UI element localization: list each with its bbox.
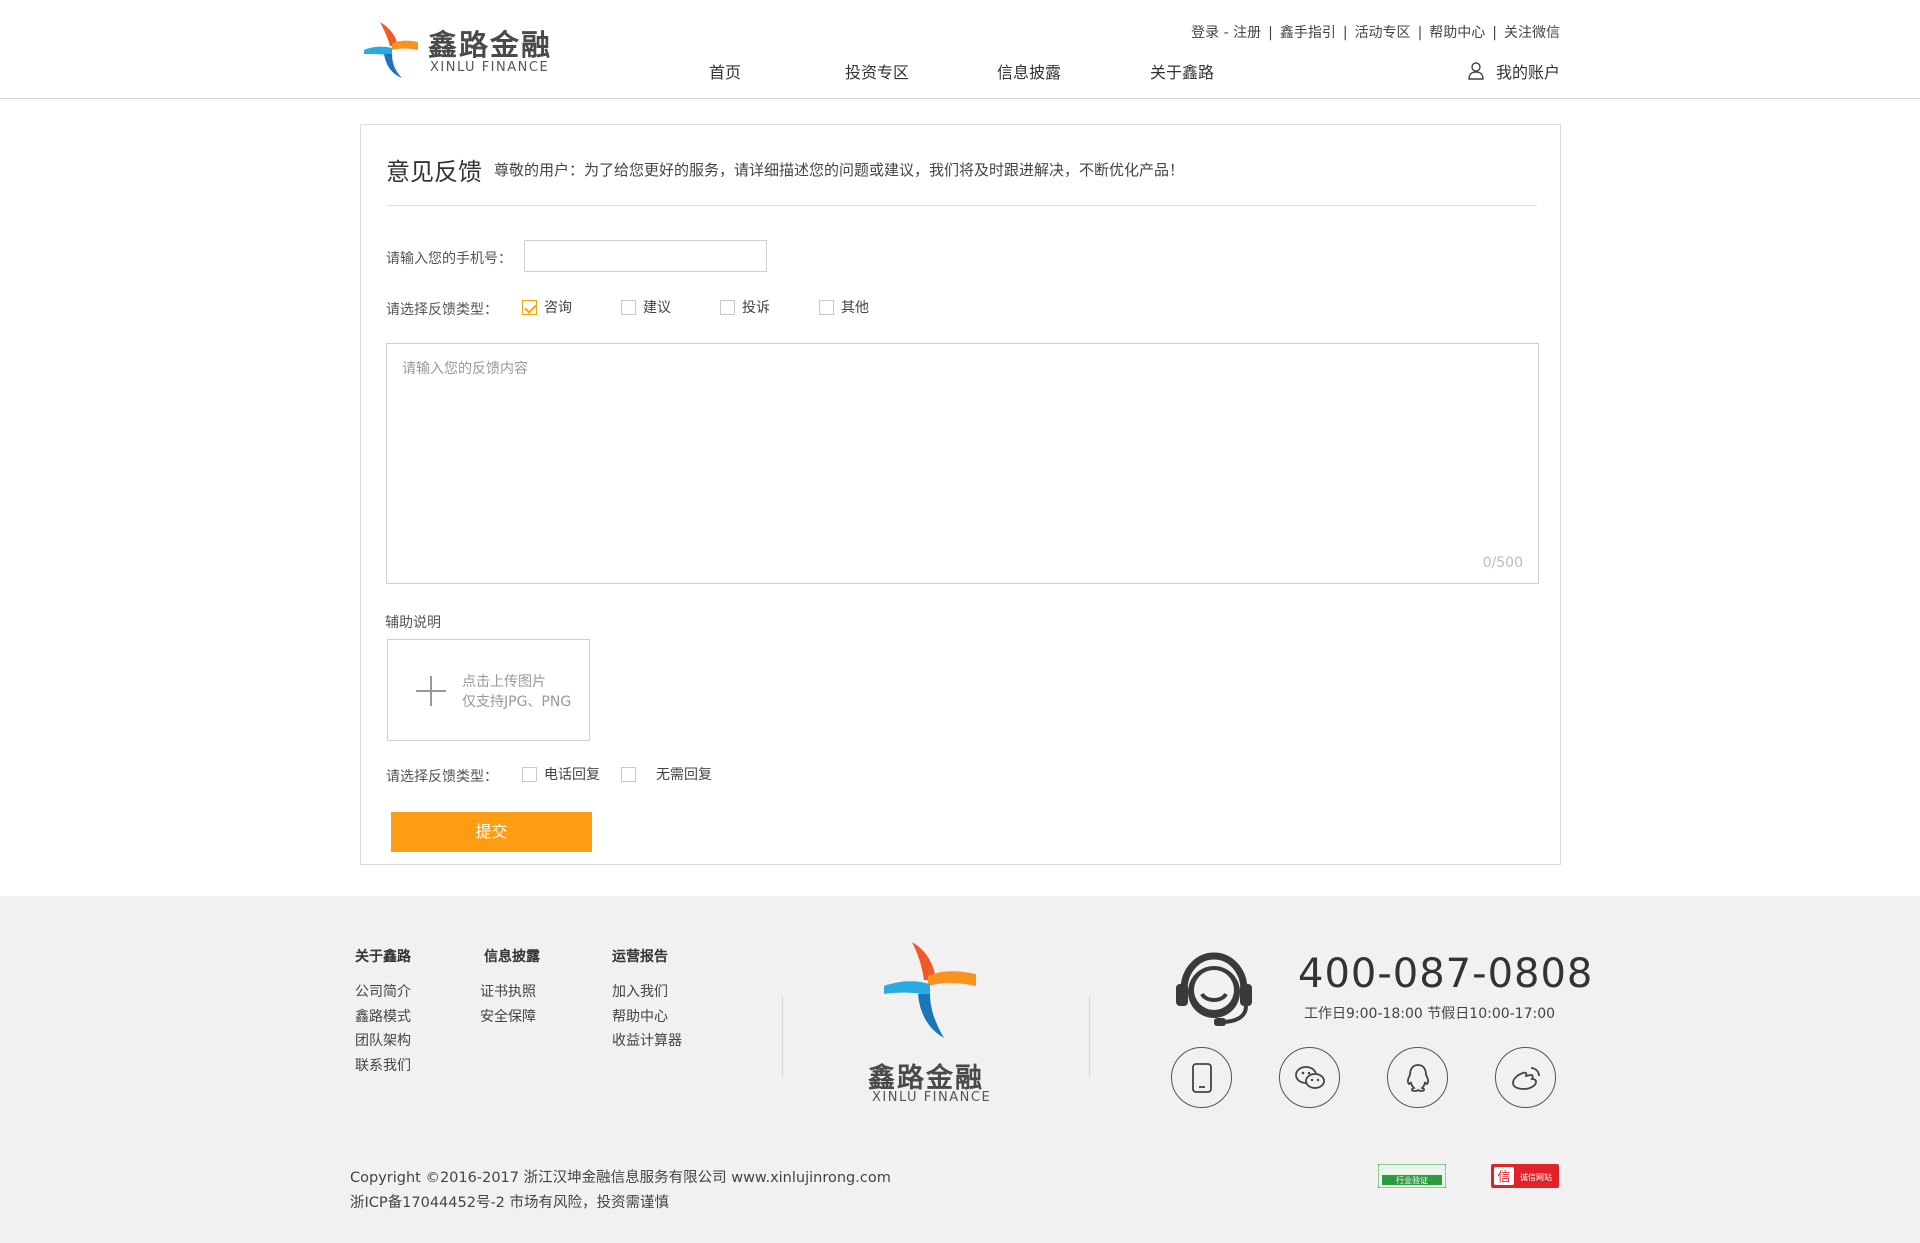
follow-wechat-link[interactable]: 关注微信: [1504, 25, 1560, 41]
reply-checkbox-phone[interactable]: 电话回复: [522, 764, 600, 784]
footer-col-title: 关于鑫路: [355, 949, 411, 965]
footer-logo-english: XINLU FINANCE: [872, 1090, 992, 1105]
footer-link[interactable]: 加入我们: [612, 980, 682, 1005]
footer-link[interactable]: 团队架构: [355, 1029, 411, 1054]
page-title: 意见反馈: [386, 158, 482, 186]
checkbox-checked-icon: [522, 299, 537, 315]
nav-disclosure[interactable]: 信息披露: [997, 59, 1061, 83]
mobile-app-button[interactable]: [1171, 1047, 1232, 1108]
checkbox-label: 建议: [643, 300, 671, 316]
checkbox-icon: [621, 766, 636, 782]
type-checkbox-other[interactable]: 其他: [819, 297, 869, 317]
verification-badge[interactable]: 行业验证: [1378, 1164, 1446, 1188]
submit-button[interactable]: 提交: [391, 812, 592, 852]
divider: [782, 997, 783, 1077]
weibo-icon: [1511, 1066, 1540, 1090]
footer-link[interactable]: 证书执照: [480, 980, 540, 1005]
feedback-content-textarea[interactable]: 请输入您的反馈内容 0/500: [386, 343, 1539, 584]
icp-text: 浙ICP备17044452号-2 市场有风险，投资需谨慎: [350, 1195, 670, 1211]
feedback-panel: 意见反馈 尊敬的用户：为了给您更好的服务，请详细描述您的问题或建议，我们将及时跟进…: [360, 124, 1561, 865]
site-footer: 关于鑫路 公司简介 鑫路模式 团队架构 联系我们 信息披露 证书执照 安全保障 …: [0, 896, 1920, 1243]
char-counter: 0/500: [1482, 555, 1523, 571]
type-checkbox-suggest[interactable]: 建议: [621, 297, 671, 317]
nav-about[interactable]: 关于鑫路: [1150, 59, 1214, 83]
wechat-button[interactable]: [1279, 1047, 1340, 1108]
separator: |: [1417, 25, 1423, 41]
footer-col-disclosure: 信息披露 证书执照 安全保障: [480, 946, 540, 1029]
badge-text: 行业验证: [1396, 1175, 1428, 1185]
checkbox-label: 无需回复: [656, 767, 712, 783]
checkbox-icon: [819, 299, 834, 315]
checkbox-icon: [720, 299, 735, 315]
nav-invest[interactable]: 投资专区: [845, 59, 909, 83]
footer-link[interactable]: 联系我们: [355, 1054, 411, 1079]
hotline-number: 400-087-0808: [1298, 951, 1594, 997]
separator: |: [1492, 25, 1497, 41]
type-checkbox-complaint[interactable]: 投诉: [720, 297, 770, 317]
checkbox-label: 投诉: [742, 300, 770, 316]
footer-col-about: 关于鑫路 公司简介 鑫路模式 团队架构 联系我们: [355, 946, 411, 1078]
site-logo[interactable]: 鑫路金融 XINLU FINANCE: [362, 20, 562, 80]
service-hours: 工作日9:00-18:00 节假日10:00-17:00: [1304, 1006, 1556, 1022]
reply-checkbox-none[interactable]: 无需回复: [621, 764, 712, 784]
footer-logo: 鑫路金融 XINLU FINANCE: [868, 940, 990, 1105]
credit-site-badge[interactable]: 信 诚信网站: [1491, 1164, 1559, 1188]
footer-link[interactable]: 安全保障: [480, 1005, 540, 1030]
logo-mark-icon: [884, 942, 976, 1038]
qq-button[interactable]: [1387, 1047, 1448, 1108]
activity-zone-link[interactable]: 活动专区: [1355, 25, 1411, 41]
copyright-text: Copyright ©2016-2017 浙江汉坤金融信息服务有限公司 www.…: [350, 1170, 891, 1186]
badge-text: 诚信网站: [1520, 1172, 1552, 1182]
user-icon: [1468, 62, 1484, 80]
my-account-button[interactable]: 我的账户: [1468, 59, 1560, 83]
footer-col-title: 运营报告: [612, 949, 668, 965]
customer-service-icon: [1176, 952, 1252, 1026]
feedback-note: 尊敬的用户：为了给您更好的服务，请详细描述您的问题或建议，我们将及时跟进解决，不…: [494, 161, 1185, 179]
footer-link[interactable]: 收益计算器: [612, 1029, 682, 1054]
logo-english-text: XINLU FINANCE: [430, 60, 550, 75]
nav-home[interactable]: 首页: [709, 59, 741, 83]
logo-chinese-text: 鑫路金融: [428, 28, 553, 62]
upload-hint: 点击上传图片: [462, 674, 546, 690]
textarea-placeholder: 请输入您的反馈内容: [402, 361, 528, 377]
divider: [1089, 997, 1090, 1077]
site-header: 鑫路金融 XINLU FINANCE 登录 - 注册 | 鑫手指引 | 活动专区 | 帮助中…: [0, 0, 1920, 99]
checkbox-icon: [522, 766, 537, 782]
footer-link[interactable]: 鑫路模式: [355, 1005, 411, 1030]
checkbox-label: 咨询: [544, 300, 572, 316]
newbie-guide-link[interactable]: 鑫手指引: [1280, 25, 1336, 41]
separator: |: [1342, 25, 1348, 41]
image-upload-button[interactable]: 点击上传图片 仅支持JPG、PNG: [387, 639, 590, 741]
qq-icon: [1406, 1063, 1429, 1092]
login-register-link[interactable]: 登录 - 注册: [1191, 25, 1261, 41]
aux-label: 辅助说明: [385, 615, 441, 631]
upload-format-hint: 仅支持JPG、PNG: [462, 694, 572, 710]
footer-col-title: 信息披露: [484, 949, 540, 965]
reply-type-label: 请选择反馈类型：: [386, 769, 498, 785]
footer-link[interactable]: 公司简介: [355, 980, 411, 1005]
weibo-button[interactable]: [1495, 1047, 1556, 1108]
wechat-icon: [1294, 1065, 1325, 1089]
checkbox-label: 其他: [841, 300, 869, 316]
footer-link[interactable]: 帮助中心: [612, 1005, 682, 1030]
help-center-link[interactable]: 帮助中心: [1429, 25, 1485, 41]
phone-label: 请输入您的手机号：: [386, 251, 512, 267]
badge-logo-glyph: 信: [1497, 1170, 1510, 1185]
checkbox-icon: [621, 299, 636, 315]
my-account-label: 我的账户: [1495, 63, 1560, 82]
type-label: 请选择反馈类型：: [386, 302, 498, 318]
separator: |: [1268, 25, 1273, 41]
logo-mark-icon: [364, 22, 418, 78]
feedback-header: 意见反馈 尊敬的用户：为了给您更好的服务，请详细描述您的问题或建议，我们将及时跟进…: [386, 152, 1537, 206]
mobile-icon: [1191, 1062, 1212, 1093]
type-checkbox-consult[interactable]: 咨询: [522, 297, 572, 317]
checkbox-label: 电话回复: [544, 767, 600, 783]
phone-input[interactable]: [524, 240, 767, 272]
footer-col-report: 运营报告 加入我们 帮助中心 收益计算器: [612, 946, 682, 1054]
top-links: 登录 - 注册 | 鑫手指引 | 活动专区 | 帮助中心 | 关注微信: [1191, 22, 1560, 42]
plus-icon: [416, 676, 446, 706]
